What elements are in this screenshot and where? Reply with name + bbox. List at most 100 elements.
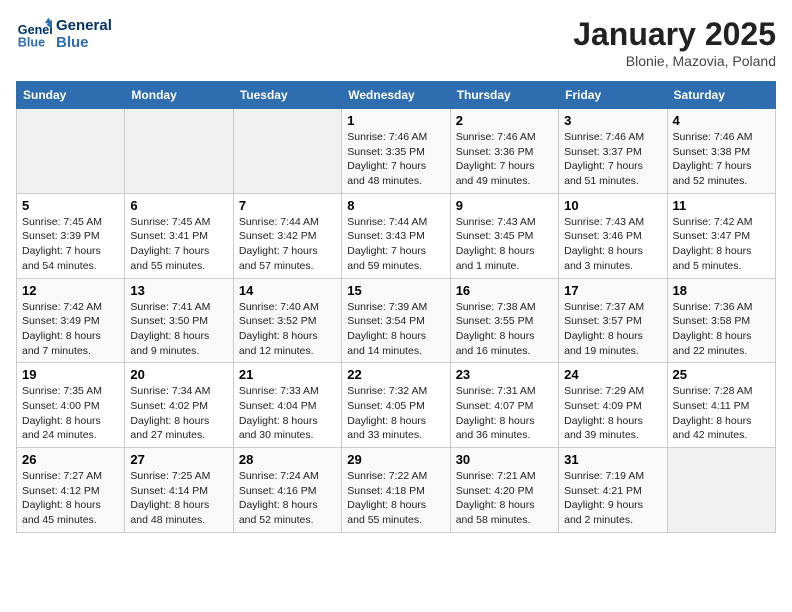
day-number: 24 bbox=[564, 367, 661, 382]
header-monday: Monday bbox=[125, 82, 233, 109]
calendar-cell: 27 Sunrise: 7:25 AMSunset: 4:14 PMDayligh… bbox=[125, 448, 233, 533]
day-number: 19 bbox=[22, 367, 119, 382]
day-number: 11 bbox=[673, 198, 770, 213]
calendar-cell bbox=[667, 448, 775, 533]
header-tuesday: Tuesday bbox=[233, 82, 341, 109]
day-info: Sunrise: 7:46 AMSunset: 3:36 PMDaylight:… bbox=[456, 130, 553, 189]
day-info: Sunrise: 7:19 AMSunset: 4:21 PMDaylight:… bbox=[564, 469, 661, 528]
day-info: Sunrise: 7:41 AMSunset: 3:50 PMDaylight:… bbox=[130, 300, 227, 359]
day-info: Sunrise: 7:45 AMSunset: 3:41 PMDaylight:… bbox=[130, 215, 227, 274]
day-number: 6 bbox=[130, 198, 227, 213]
day-number: 8 bbox=[347, 198, 444, 213]
page-subtitle: Blonie, Mazovia, Poland bbox=[573, 53, 776, 69]
calendar-cell bbox=[233, 109, 341, 194]
calendar-cell: 31 Sunrise: 7:19 AMSunset: 4:21 PMDayligh… bbox=[559, 448, 667, 533]
day-number: 31 bbox=[564, 452, 661, 467]
day-number: 28 bbox=[239, 452, 336, 467]
logo-text-blue: Blue bbox=[56, 34, 112, 51]
day-info: Sunrise: 7:39 AMSunset: 3:54 PMDaylight:… bbox=[347, 300, 444, 359]
day-info: Sunrise: 7:21 AMSunset: 4:20 PMDaylight:… bbox=[456, 469, 553, 528]
calendar-cell: 15 Sunrise: 7:39 AMSunset: 3:54 PMDayligh… bbox=[342, 278, 450, 363]
day-info: Sunrise: 7:31 AMSunset: 4:07 PMDaylight:… bbox=[456, 384, 553, 443]
day-info: Sunrise: 7:22 AMSunset: 4:18 PMDaylight:… bbox=[347, 469, 444, 528]
title-block: January 2025 Blonie, Mazovia, Poland bbox=[573, 16, 776, 69]
logo-icon: General Blue bbox=[16, 16, 52, 52]
calendar-cell: 12 Sunrise: 7:42 AMSunset: 3:49 PMDayligh… bbox=[17, 278, 125, 363]
day-number: 27 bbox=[130, 452, 227, 467]
calendar-cell: 7 Sunrise: 7:44 AMSunset: 3:42 PMDaylight… bbox=[233, 193, 341, 278]
calendar-cell: 21 Sunrise: 7:33 AMSunset: 4:04 PMDayligh… bbox=[233, 363, 341, 448]
day-number: 30 bbox=[456, 452, 553, 467]
calendar-week-row: 5 Sunrise: 7:45 AMSunset: 3:39 PMDaylight… bbox=[17, 193, 776, 278]
calendar-cell: 14Sunrise: 7:40 AMSunset: 3:52 PMDayligh… bbox=[233, 278, 341, 363]
day-info: Sunrise: 7:46 AMSunset: 3:37 PMDaylight:… bbox=[564, 130, 661, 189]
day-number: 18 bbox=[673, 283, 770, 298]
calendar-cell: 25Sunrise: 7:28 AMSunset: 4:11 PMDayligh… bbox=[667, 363, 775, 448]
day-number: 5 bbox=[22, 198, 119, 213]
calendar-cell: 20 Sunrise: 7:34 AMSunset: 4:02 PMDayligh… bbox=[125, 363, 233, 448]
calendar-cell: 22Sunrise: 7:32 AMSunset: 4:05 PMDayligh… bbox=[342, 363, 450, 448]
calendar-cell: 2Sunrise: 7:46 AMSunset: 3:36 PMDaylight… bbox=[450, 109, 558, 194]
header-saturday: Saturday bbox=[667, 82, 775, 109]
day-number: 22 bbox=[347, 367, 444, 382]
calendar-header-row: SundayMondayTuesdayWednesdayThursdayFrid… bbox=[17, 82, 776, 109]
day-number: 14 bbox=[239, 283, 336, 298]
calendar-cell: 4 Sunrise: 7:46 AMSunset: 3:38 PMDaylight… bbox=[667, 109, 775, 194]
calendar-cell: 5 Sunrise: 7:45 AMSunset: 3:39 PMDaylight… bbox=[17, 193, 125, 278]
calendar-cell: 18Sunrise: 7:36 AMSunset: 3:58 PMDayligh… bbox=[667, 278, 775, 363]
day-info: Sunrise: 7:44 AMSunset: 3:43 PMDaylight:… bbox=[347, 215, 444, 274]
day-info: Sunrise: 7:46 AMSunset: 3:35 PMDaylight:… bbox=[347, 130, 444, 189]
header-wednesday: Wednesday bbox=[342, 82, 450, 109]
header-friday: Friday bbox=[559, 82, 667, 109]
day-info: Sunrise: 7:42 AMSunset: 3:49 PMDaylight:… bbox=[22, 300, 119, 359]
day-number: 13 bbox=[130, 283, 227, 298]
calendar-table: SundayMondayTuesdayWednesdayThursdayFrid… bbox=[16, 81, 776, 533]
day-number: 20 bbox=[130, 367, 227, 382]
svg-text:Blue: Blue bbox=[18, 36, 45, 50]
calendar-cell: 16Sunrise: 7:38 AMSunset: 3:55 PMDayligh… bbox=[450, 278, 558, 363]
day-info: Sunrise: 7:25 AMSunset: 4:14 PMDaylight:… bbox=[130, 469, 227, 528]
calendar-cell: 13 Sunrise: 7:41 AMSunset: 3:50 PMDayligh… bbox=[125, 278, 233, 363]
day-info: Sunrise: 7:29 AMSunset: 4:09 PMDaylight:… bbox=[564, 384, 661, 443]
calendar-week-row: 19 Sunrise: 7:35 AMSunset: 4:00 PMDayligh… bbox=[17, 363, 776, 448]
day-info: Sunrise: 7:33 AMSunset: 4:04 PMDaylight:… bbox=[239, 384, 336, 443]
calendar-cell: 29Sunrise: 7:22 AMSunset: 4:18 PMDayligh… bbox=[342, 448, 450, 533]
day-info: Sunrise: 7:35 AMSunset: 4:00 PMDaylight:… bbox=[22, 384, 119, 443]
calendar-cell: 9Sunrise: 7:43 AMSunset: 3:45 PMDaylight… bbox=[450, 193, 558, 278]
day-number: 9 bbox=[456, 198, 553, 213]
day-info: Sunrise: 7:34 AMSunset: 4:02 PMDaylight:… bbox=[130, 384, 227, 443]
calendar-cell: 8 Sunrise: 7:44 AMSunset: 3:43 PMDaylight… bbox=[342, 193, 450, 278]
day-number: 23 bbox=[456, 367, 553, 382]
day-info: Sunrise: 7:44 AMSunset: 3:42 PMDaylight:… bbox=[239, 215, 336, 274]
page-header: General Blue General Blue January 2025 B… bbox=[16, 16, 776, 69]
calendar-cell bbox=[17, 109, 125, 194]
day-info: Sunrise: 7:38 AMSunset: 3:55 PMDaylight:… bbox=[456, 300, 553, 359]
calendar-week-row: 12 Sunrise: 7:42 AMSunset: 3:49 PMDayligh… bbox=[17, 278, 776, 363]
calendar-week-row: 1 Sunrise: 7:46 AMSunset: 3:35 PMDaylight… bbox=[17, 109, 776, 194]
day-number: 1 bbox=[347, 113, 444, 128]
calendar-cell: 11 Sunrise: 7:42 AMSunset: 3:47 PMDayligh… bbox=[667, 193, 775, 278]
day-number: 4 bbox=[673, 113, 770, 128]
calendar-cell: 17 Sunrise: 7:37 AMSunset: 3:57 PMDayligh… bbox=[559, 278, 667, 363]
day-number: 21 bbox=[239, 367, 336, 382]
day-number: 15 bbox=[347, 283, 444, 298]
day-number: 7 bbox=[239, 198, 336, 213]
logo-text-general: General bbox=[56, 17, 112, 34]
day-info: Sunrise: 7:46 AMSunset: 3:38 PMDaylight:… bbox=[673, 130, 770, 189]
day-number: 25 bbox=[673, 367, 770, 382]
day-info: Sunrise: 7:27 AMSunset: 4:12 PMDaylight:… bbox=[22, 469, 119, 528]
calendar-cell bbox=[125, 109, 233, 194]
day-number: 17 bbox=[564, 283, 661, 298]
day-number: 12 bbox=[22, 283, 119, 298]
calendar-cell: 26 Sunrise: 7:27 AMSunset: 4:12 PMDayligh… bbox=[17, 448, 125, 533]
day-number: 26 bbox=[22, 452, 119, 467]
day-info: Sunrise: 7:43 AMSunset: 3:46 PMDaylight:… bbox=[564, 215, 661, 274]
calendar-cell: 10Sunrise: 7:43 AMSunset: 3:46 PMDayligh… bbox=[559, 193, 667, 278]
calendar-cell: 1 Sunrise: 7:46 AMSunset: 3:35 PMDaylight… bbox=[342, 109, 450, 194]
calendar-cell: 24 Sunrise: 7:29 AMSunset: 4:09 PMDayligh… bbox=[559, 363, 667, 448]
day-info: Sunrise: 7:45 AMSunset: 3:39 PMDaylight:… bbox=[22, 215, 119, 274]
day-info: Sunrise: 7:24 AMSunset: 4:16 PMDaylight:… bbox=[239, 469, 336, 528]
day-info: Sunrise: 7:37 AMSunset: 3:57 PMDaylight:… bbox=[564, 300, 661, 359]
day-info: Sunrise: 7:42 AMSunset: 3:47 PMDaylight:… bbox=[673, 215, 770, 274]
page-title: January 2025 bbox=[573, 16, 776, 53]
